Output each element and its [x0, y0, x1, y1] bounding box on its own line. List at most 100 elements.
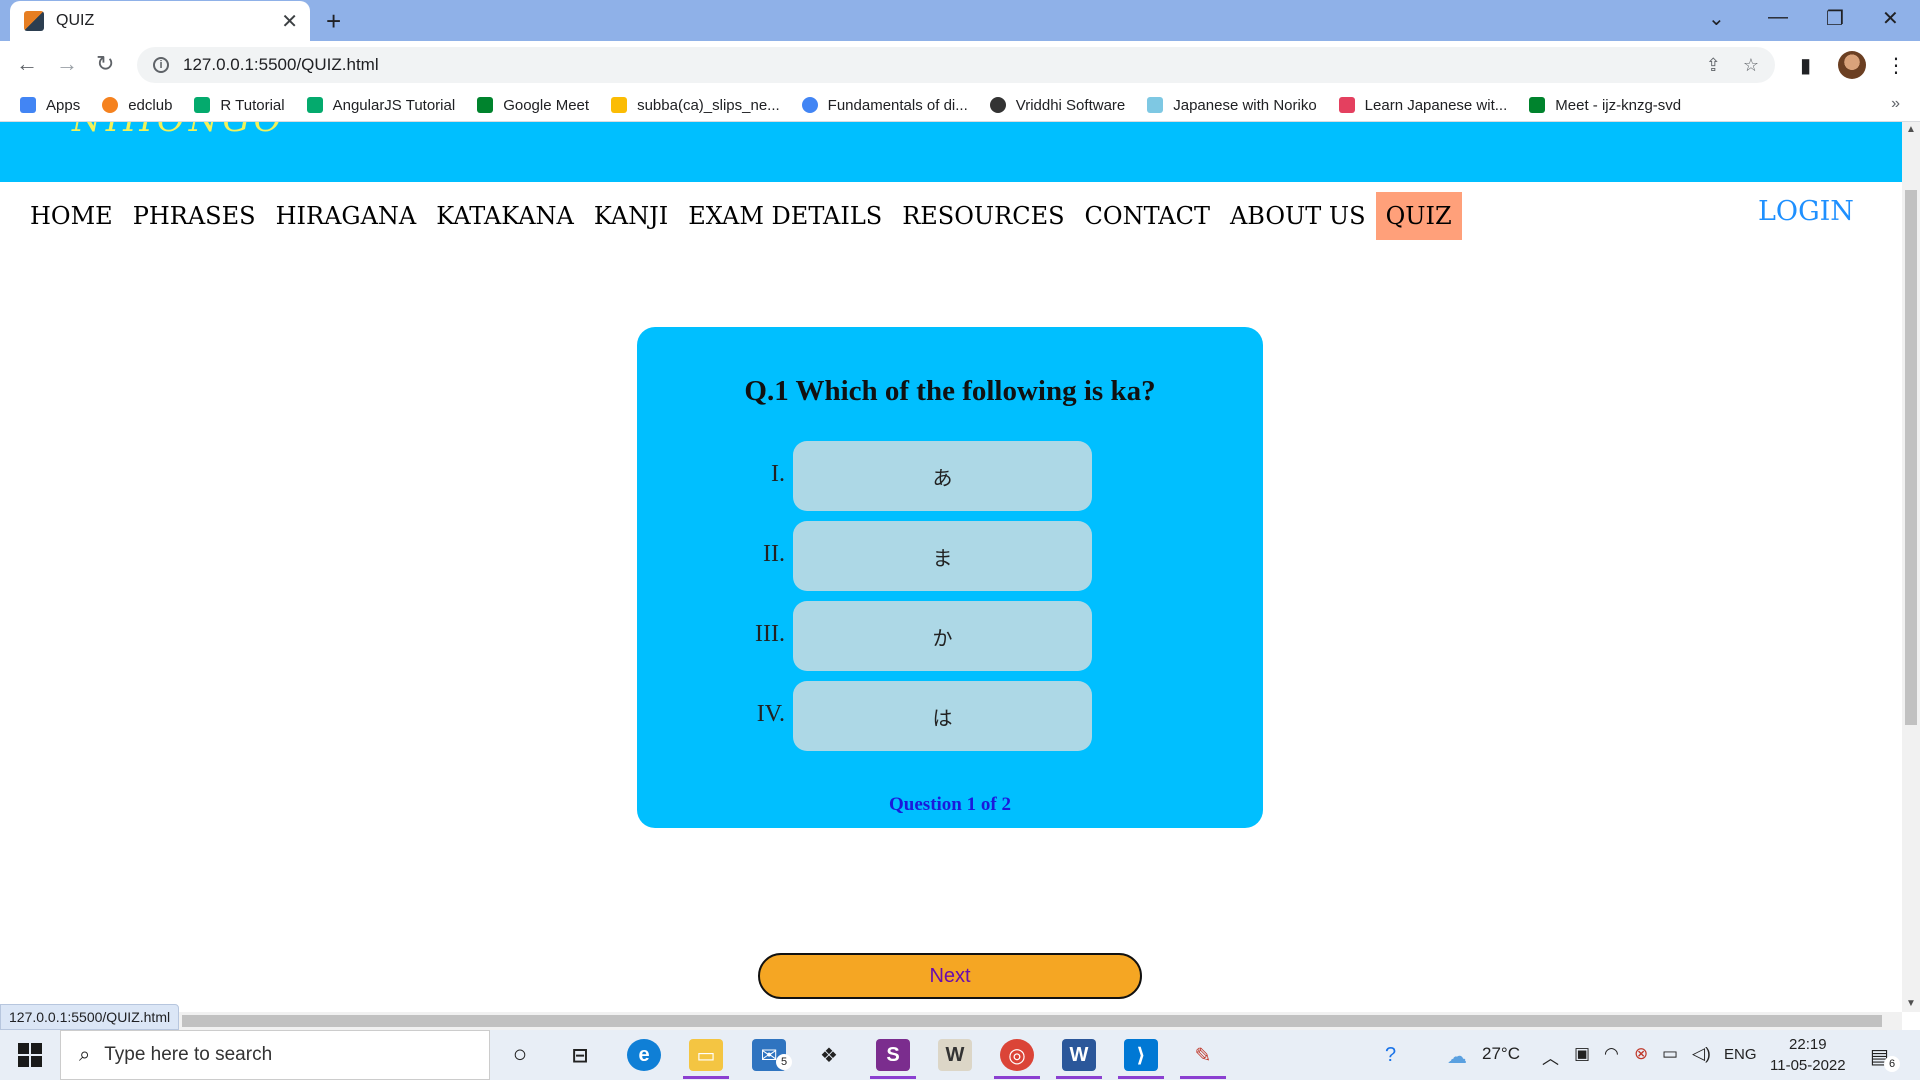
taskbar-clock[interactable]: 22:19 11-05-2022 — [1770, 1034, 1846, 1076]
next-button[interactable]: Next — [758, 953, 1142, 999]
nav-phrases[interactable]: PHRASES — [123, 192, 266, 240]
notification-badge: 6 — [1884, 1056, 1900, 1072]
back-arrow-icon[interactable]: ← — [16, 51, 38, 77]
word-icon[interactable]: W — [1056, 1039, 1102, 1079]
nav-katakana[interactable]: KATAKANA — [426, 192, 584, 240]
wifi-icon[interactable]: ◠ — [1604, 1044, 1619, 1064]
bookmark-star-icon[interactable]: ☆ — [1743, 55, 1759, 76]
login-link[interactable]: LOGIN — [1758, 196, 1854, 227]
browser-toolbar: ← → ↻ i 127.0.0.1:5500/QUIZ.html ⇪ ☆ ▮ ⋮ — [0, 41, 1920, 89]
profile-avatar[interactable] — [1838, 51, 1866, 79]
option-row: II. ま — [637, 521, 1263, 591]
nav-contact[interactable]: CONTACT — [1075, 192, 1220, 240]
vertical-scroll-thumb[interactable] — [1905, 190, 1917, 725]
network-icon[interactable]: ⊗ — [1634, 1044, 1648, 1064]
option-row: I. あ — [637, 441, 1263, 511]
bookmark-learn-japanese[interactable]: Learn Japanese wit... — [1338, 97, 1507, 114]
side-panel-icon[interactable]: ▮ — [1800, 53, 1811, 78]
battery-icon[interactable]: ▭ — [1662, 1044, 1678, 1064]
browser-tab[interactable]: QUIZ ✕ — [10, 1, 310, 41]
scroll-up-icon[interactable]: ▲ — [1906, 124, 1916, 135]
vertical-scrollbar[interactable]: ▲ ▼ — [1902, 122, 1920, 1012]
new-tab-icon[interactable]: + — [326, 6, 341, 37]
slack-like-app-icon[interactable]: S — [870, 1039, 916, 1079]
file-explorer-icon[interactable]: ▭ — [683, 1039, 729, 1079]
edclub-icon — [102, 97, 119, 113]
site-info-icon[interactable]: i — [153, 57, 169, 73]
bookmark-japanese-with-noriko[interactable]: Japanese with Noriko — [1147, 97, 1317, 114]
menu-kebab-icon[interactable]: ⋮ — [1886, 53, 1906, 78]
bookmark-fundamentals[interactable]: Fundamentals of di... — [801, 97, 968, 114]
nav-quiz[interactable]: QUIZ — [1375, 192, 1462, 240]
search-icon: ⌕ — [79, 1043, 91, 1066]
reload-icon[interactable]: ↻ — [96, 51, 114, 77]
task-view-icon[interactable]: ⊟ — [563, 1039, 597, 1071]
bookmark-edclub[interactable]: edclub — [102, 97, 172, 114]
question-progress: Question 1 of 2 — [889, 794, 1011, 815]
bookmark-subba-slips[interactable]: subba(ca)_slips_ne... — [611, 97, 780, 114]
wikipedia-app-icon[interactable]: W — [938, 1039, 972, 1071]
horizontal-scrollbar[interactable] — [0, 1012, 1902, 1030]
bookmark-r-tutorial[interactable]: R Tutorial — [194, 97, 285, 114]
bookmarks-bar: Apps edclub R Tutorial AngularJS Tutoria… — [0, 89, 1920, 122]
status-bubble: 127.0.0.1:5500/QUIZ.html — [0, 1004, 180, 1030]
site-logo: NIHONGO — [72, 122, 286, 140]
windows-start-icon[interactable] — [18, 1043, 42, 1067]
nav-hiragana[interactable]: HIRAGANA — [266, 192, 427, 240]
bookmark-apps[interactable]: Apps — [20, 97, 80, 114]
volume-icon[interactable]: ◁) — [1692, 1044, 1711, 1064]
site-favicon-icon — [24, 11, 44, 31]
close-window-icon[interactable]: ✕ — [1882, 6, 1899, 31]
bookmark-vriddhi-software[interactable]: Vriddhi Software — [989, 97, 1125, 114]
meet-now-icon[interactable]: ▣ — [1574, 1044, 1590, 1064]
cortana-icon[interactable]: ○ — [503, 1039, 537, 1071]
tab-search-chevron-icon[interactable]: ⌄ — [1708, 6, 1725, 31]
google-icon — [801, 97, 818, 113]
language-indicator[interactable]: ENG — [1724, 1046, 1757, 1063]
globe-icon — [989, 97, 1006, 113]
clock-time: 22:19 — [1789, 1036, 1827, 1053]
restore-icon[interactable]: ❐ — [1826, 6, 1844, 31]
weather-temp[interactable]: 27°C — [1482, 1044, 1520, 1064]
bookmarks-overflow-icon[interactable]: » — [1891, 95, 1900, 113]
help-icon[interactable]: ? — [1385, 1044, 1396, 1067]
horizontal-scroll-thumb[interactable] — [182, 1015, 1882, 1027]
address-bar[interactable]: i 127.0.0.1:5500/QUIZ.html ⇪ ☆ — [137, 47, 1775, 83]
dropbox-icon[interactable]: ❖ — [812, 1039, 846, 1071]
w3schools-icon — [306, 97, 323, 113]
bookmark-angularjs-tutorial[interactable]: AngularJS Tutorial — [306, 97, 455, 114]
close-tab-icon[interactable]: ✕ — [281, 9, 298, 34]
nav-about-us[interactable]: ABOUT US — [1220, 192, 1376, 240]
taskbar-search[interactable]: ⌕ Type here to search — [60, 1030, 490, 1080]
site-nav: HOME PHRASES HIRAGANA KATAKANA KANJI EXA… — [20, 192, 1462, 240]
tab-strip: QUIZ ✕ + ⌄ — ❐ ✕ — [0, 0, 1920, 41]
option-number: I. — [771, 461, 785, 487]
option-button[interactable]: か — [793, 601, 1092, 671]
option-button[interactable]: ま — [793, 521, 1092, 591]
option-button[interactable]: あ — [793, 441, 1092, 511]
bookmark-google-meet[interactable]: Google Meet — [477, 97, 589, 114]
vscode-icon[interactable]: ⟩ — [1118, 1039, 1164, 1079]
option-number: IV. — [756, 701, 785, 727]
forward-arrow-icon[interactable]: → — [56, 51, 78, 77]
nav-resources[interactable]: RESOURCES — [892, 192, 1074, 240]
url-text: 127.0.0.1:5500/QUIZ.html — [183, 55, 379, 74]
page-viewport: NIHONGO HOME PHRASES HIRAGANA KATAKANA K… — [0, 122, 1902, 1012]
weather-icon[interactable]: ☁ — [1447, 1044, 1467, 1069]
clock-date: 11-05-2022 — [1770, 1057, 1846, 1074]
nav-kanji[interactable]: KANJI — [584, 192, 678, 240]
google-drive-icon — [611, 97, 628, 113]
bookmark-meet-code[interactable]: Meet - ijz-knzg-svd — [1529, 97, 1681, 114]
nav-exam-details[interactable]: EXAM DETAILS — [678, 192, 892, 240]
tray-chevron-icon[interactable]: ︿ — [1542, 1044, 1559, 1069]
taskbar-search-placeholder: Type here to search — [104, 1044, 273, 1065]
share-icon[interactable]: ⇪ — [1706, 55, 1721, 76]
chrome-icon[interactable]: ◎ — [994, 1039, 1040, 1079]
paint-app-icon[interactable]: ✎ — [1180, 1039, 1226, 1079]
option-button[interactable]: は — [793, 681, 1092, 751]
podcast-icon — [1338, 97, 1355, 113]
nav-home[interactable]: HOME — [20, 192, 123, 240]
scroll-down-icon[interactable]: ▼ — [1906, 998, 1916, 1009]
minimize-icon[interactable]: — — [1768, 6, 1788, 29]
edge-browser-icon[interactable]: e — [627, 1039, 661, 1071]
